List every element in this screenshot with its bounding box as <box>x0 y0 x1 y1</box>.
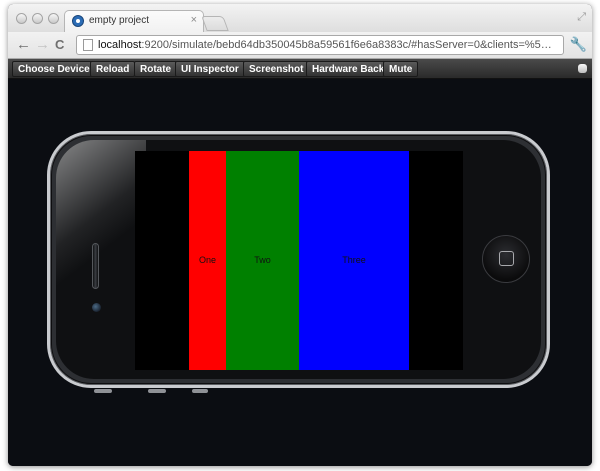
url-text[interactable]: localhost:9200/simulate/bebd64db350045b8… <box>98 39 558 51</box>
navigation-bar: ← → C localhost:9200/simulate/bebd64db35… <box>8 32 592 59</box>
volume-down-button <box>148 389 166 393</box>
back-icon[interactable]: ← <box>16 36 31 53</box>
forward-icon[interactable]: → <box>35 36 50 53</box>
home-button[interactable] <box>482 235 530 283</box>
url-path: :9200/simulate/bebd64db350045b8a59561f6e… <box>141 39 558 51</box>
new-tab-button[interactable] <box>201 16 229 31</box>
panel-two[interactable]: Two <box>226 151 299 370</box>
fullscreen-icon[interactable]: ⤢ <box>577 11 586 24</box>
device-screen[interactable]: One Two Three <box>135 151 463 370</box>
zoom-window-button[interactable] <box>48 13 59 24</box>
simulator-toolbar: Choose Device Reload Rotate UI Inspector… <box>8 59 592 79</box>
title-bar: empty project × ⤢ <box>8 4 592 33</box>
url-host: localhost <box>98 39 142 51</box>
browser-window: empty project × ⤢ ← → C localhost:9200/s… <box>8 4 592 466</box>
favicon-icon <box>72 15 84 27</box>
panel-three[interactable]: Three <box>299 151 409 370</box>
reload-icon[interactable]: C <box>55 36 64 53</box>
volume-up-button <box>94 389 112 393</box>
choose-device-button[interactable]: Choose Device <box>12 61 96 77</box>
close-window-button[interactable] <box>16 13 27 24</box>
close-icon[interactable]: × <box>191 14 197 26</box>
status-indicator <box>578 64 587 73</box>
glass-reflection <box>56 140 146 303</box>
hardware-back-button[interactable]: Hardware Back <box>306 61 391 77</box>
address-bar[interactable]: localhost:9200/simulate/bebd64db350045b8… <box>76 35 564 55</box>
tab-title: empty project <box>89 15 150 26</box>
front-camera <box>92 303 101 312</box>
panel-label-two: Two <box>254 255 271 265</box>
mute-switch <box>192 389 208 393</box>
ui-inspector-button[interactable]: UI Inspector <box>175 61 245 77</box>
browser-tab[interactable]: empty project × <box>64 10 204 33</box>
panel-label-three: Three <box>342 255 366 265</box>
page-icon <box>83 39 93 51</box>
reload-button[interactable]: Reload <box>90 61 136 77</box>
speaker-grille <box>92 243 99 289</box>
simulator-stage: One Two Three <box>8 80 592 466</box>
panel-one[interactable]: One <box>189 151 226 370</box>
rotate-button[interactable]: Rotate <box>134 61 178 77</box>
mute-button[interactable]: Mute <box>383 61 419 77</box>
wrench-icon[interactable]: 🔧 <box>570 36 587 53</box>
minimize-window-button[interactable] <box>32 13 43 24</box>
home-square-icon <box>499 251 514 266</box>
panel-label-one: One <box>198 255 216 265</box>
screenshot-button[interactable]: Screenshot <box>243 61 310 77</box>
